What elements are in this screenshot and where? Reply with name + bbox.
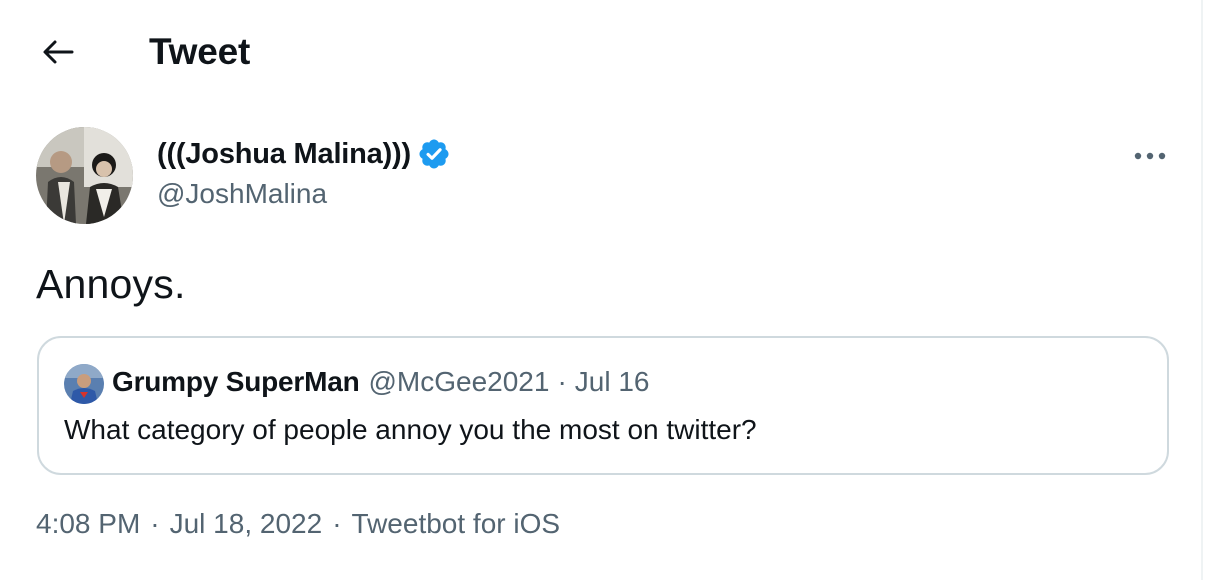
tweet-detail-panel: Tweet (((Joshua Malina))) @JoshMalina An… bbox=[0, 0, 1203, 580]
separator-dot: · bbox=[557, 366, 567, 397]
quoted-tweet-text: What category of people annoy you the mo… bbox=[64, 414, 757, 445]
author-avatar[interactable] bbox=[36, 127, 133, 224]
author-handle[interactable]: @JoshMalina bbox=[157, 178, 327, 210]
author-name[interactable]: (((Joshua Malina))) bbox=[157, 138, 411, 171]
separator-dot: · bbox=[332, 508, 342, 539]
tweet-time[interactable]: 4:08 PM bbox=[36, 508, 140, 540]
page-header: Tweet bbox=[0, 0, 1203, 104]
author-name-row[interactable]: (((Joshua Malina))) bbox=[157, 137, 451, 171]
more-horizontal-icon bbox=[1134, 152, 1166, 160]
quoted-author-handle: @McGee2021 bbox=[368, 366, 550, 397]
tweet-meta: 4:08 PM · Jul 18, 2022 · Tweetbot for iO… bbox=[36, 508, 560, 540]
more-options-button[interactable] bbox=[1126, 138, 1174, 174]
verified-badge-icon bbox=[417, 137, 451, 171]
quoted-author-name: Grumpy SuperMan bbox=[112, 366, 360, 397]
quoted-tweet-header: Grumpy SuperMan @McGee2021 · Jul 16 bbox=[112, 366, 650, 398]
tweet-date[interactable]: Jul 18, 2022 bbox=[170, 508, 323, 540]
quoted-tweet-card[interactable]: Grumpy SuperMan @McGee2021 · Jul 16 What… bbox=[37, 336, 1169, 475]
quoted-author-avatar[interactable] bbox=[64, 364, 104, 404]
back-button[interactable] bbox=[36, 32, 80, 72]
arrow-left-icon bbox=[43, 40, 74, 64]
tweet-source[interactable]: Tweetbot for iOS bbox=[352, 508, 561, 540]
quoted-tweet-date: Jul 16 bbox=[574, 366, 650, 397]
page-title: Tweet bbox=[149, 31, 251, 72]
separator-dot: · bbox=[150, 508, 160, 539]
tweet-text: Annoys. bbox=[36, 261, 186, 307]
